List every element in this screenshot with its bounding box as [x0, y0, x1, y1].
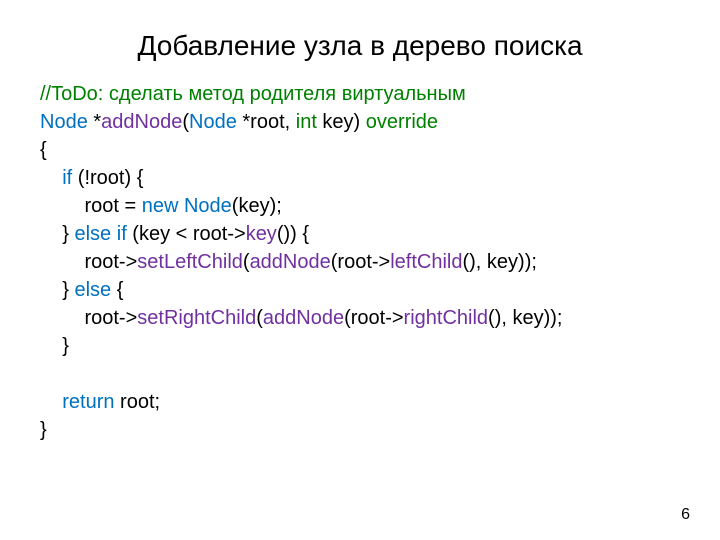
code-text: }: [62, 223, 74, 245]
code-text: [40, 279, 62, 301]
code-text: (), key));: [488, 307, 562, 329]
code-text: [40, 307, 84, 329]
code-text: (key);: [232, 195, 282, 217]
code-text: (: [243, 251, 250, 273]
code-text: }: [40, 419, 47, 441]
code-type: Node: [189, 111, 237, 133]
code-text: root;: [114, 391, 160, 413]
code-text: ()) {: [277, 223, 309, 245]
code-text: (: [182, 111, 189, 133]
code-keyword: if: [117, 223, 127, 245]
code-text: root =: [84, 195, 141, 217]
code-text: (: [256, 307, 263, 329]
code-comment: //ToDo: сделать метод родителя виртуальн…: [40, 83, 466, 105]
code-text: *root,: [237, 111, 296, 133]
code-text: }: [62, 279, 74, 301]
code-text: [40, 223, 62, 245]
code-type: Node: [40, 111, 88, 133]
code-text: [40, 167, 62, 189]
code-text: {: [111, 279, 123, 301]
code-type: int: [296, 111, 317, 133]
code-block: //ToDo: сделать метод родителя виртуальн…: [40, 80, 680, 444]
code-member: addNode: [263, 307, 344, 329]
code-text: [40, 195, 84, 217]
slide-title: Добавление узла в дерево поиска: [40, 30, 680, 62]
code-type: Node: [184, 195, 232, 217]
code-text: *: [88, 111, 101, 133]
code-member: setRightChild: [137, 307, 256, 329]
code-text: root->: [84, 251, 137, 273]
code-text: (), key));: [462, 251, 536, 273]
code-member: key: [246, 223, 277, 245]
code-text: }: [40, 335, 69, 357]
code-member: leftChild: [390, 251, 462, 273]
code-text: (root->: [344, 307, 403, 329]
code-member: setLeftChild: [137, 251, 243, 273]
code-member: addNode: [250, 251, 331, 273]
page-number: 6: [681, 506, 690, 524]
code-func: addNode: [101, 111, 182, 133]
code-keyword: return: [62, 391, 114, 413]
code-text: key): [317, 111, 366, 133]
code-member: rightChild: [404, 307, 488, 329]
code-keyword: new: [142, 195, 179, 217]
code-keyword: if: [62, 167, 72, 189]
code-keyword: override: [366, 111, 438, 133]
code-text: (key < root->: [127, 223, 246, 245]
code-keyword: else: [74, 279, 111, 301]
code-text: [40, 391, 62, 413]
code-text: (!root) {: [72, 167, 143, 189]
code-text: (root->: [331, 251, 390, 273]
code-text: {: [40, 139, 47, 161]
code-text: [40, 251, 84, 273]
slide: Добавление узла в дерево поиска //ToDo: …: [0, 0, 720, 540]
code-text: root->: [84, 307, 137, 329]
code-keyword: else: [74, 223, 111, 245]
